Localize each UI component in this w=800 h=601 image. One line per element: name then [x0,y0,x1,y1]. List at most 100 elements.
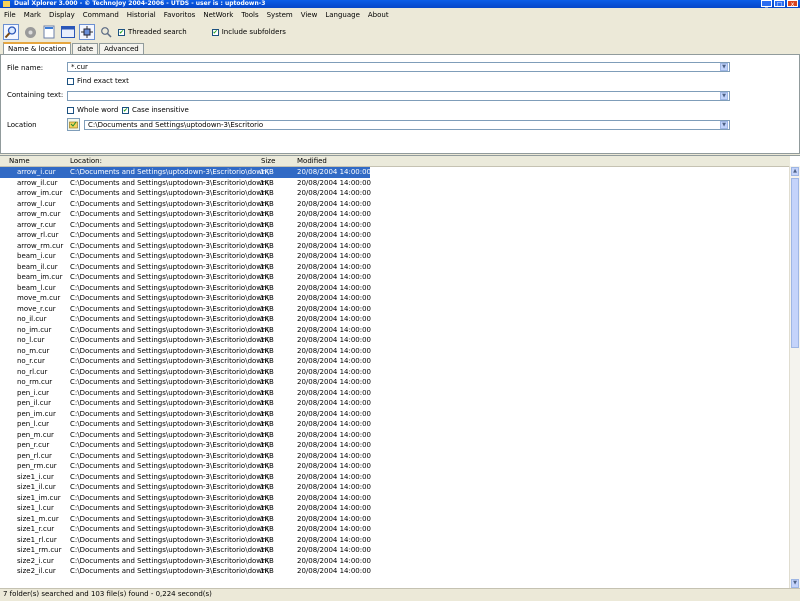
row-size: 1KB [260,462,274,470]
minimize-button[interactable]: _ [761,0,772,8]
menu-historial[interactable]: Historial [123,11,160,19]
table-row[interactable]: beam_il.cur C:\Documents and Settings\upt… [0,262,790,273]
table-row[interactable]: size1_i.cur C:\Documents and Settings\upt… [0,472,790,483]
case-insensitive-check[interactable]: ✔ [122,106,129,114]
window-icon[interactable] [60,24,76,40]
table-row[interactable]: pen_il.cur C:\Documents and Settings\upto… [0,398,790,409]
table-row[interactable]: size1_rl.cur C:\Documents and Settings\up… [0,535,790,546]
table-row[interactable]: beam_i.cur C:\Documents and Settings\upto… [0,251,790,262]
maximize-button[interactable]: □ [774,0,785,8]
find-exact-text-checkbox[interactable]: Find exact text [67,77,129,85]
tab-date[interactable]: date [72,43,99,54]
table-row[interactable]: no_l.cur C:\Documents and Settings\uptodo… [0,335,790,346]
table-row[interactable]: size2_i.cur C:\Documents and Settings\upt… [0,556,790,567]
menu-display[interactable]: Display [45,11,79,19]
magnifier-icon[interactable] [3,24,19,40]
menu-file[interactable]: File [0,11,20,19]
disk-icon[interactable] [22,24,38,40]
menu-command[interactable]: Command [79,11,123,19]
table-row[interactable]: no_m.cur C:\Documents and Settings\uptodo… [0,346,790,357]
menu-mark[interactable]: Mark [20,11,45,19]
row-modified: 20/08/2004 14:00:00 [297,493,372,502]
threaded-search-checkbox[interactable]: ✔ Threaded search [118,28,187,36]
scroll-up-icon[interactable]: ▲ [791,167,799,176]
table-row[interactable]: pen_im.cur C:\Documents and Settings\upto… [0,409,790,420]
whole-word-checkbox[interactable]: Whole word [67,106,118,114]
table-row[interactable]: size1_im.cur C:\Documents and Settings\up… [0,493,790,504]
column-header-location[interactable]: Location: [70,156,102,166]
document-icon[interactable] [41,24,57,40]
file-name-field[interactable]: *.cur ▼ [67,62,730,72]
menu-network[interactable]: NetWork [199,11,237,19]
table-row[interactable]: pen_l.cur C:\Documents and Settings\uptod… [0,419,790,430]
column-header-size[interactable]: Size [261,156,275,166]
table-row[interactable]: size1_rm.cur C:\Documents and Settings\up… [0,545,790,556]
table-row[interactable]: arrow_i.cur C:\Documents and Settings\upt… [0,167,371,178]
menu-view[interactable]: View [297,11,322,19]
table-row[interactable]: no_im.cur C:\Documents and Settings\uptod… [0,325,790,336]
tab-advanced[interactable]: Advanced [99,43,144,54]
table-row[interactable]: pen_i.cur C:\Documents and Settings\uptod… [0,388,790,399]
table-row[interactable]: arrow_rl.cur C:\Documents and Settings\up… [0,230,790,241]
row-size: 1KB [260,556,274,565]
menu-language[interactable]: Language [321,11,364,19]
table-row[interactable]: size1_l.cur C:\Documents and Settings\upt… [0,503,790,514]
scroll-down-icon[interactable]: ▼ [791,579,799,588]
table-row[interactable]: no_r.cur C:\Documents and Settings\uptodo… [0,356,790,367]
location-field[interactable]: C:\Documents and Settings\uptodown-3\Esc… [84,120,730,130]
menu-favoritos[interactable]: Favoritos [160,11,200,19]
include-subfolders-checkbox[interactable]: ✔ Include subfolders [211,28,286,36]
table-row[interactable]: move_m.cur C:\Documents and Settings\upto… [0,293,790,304]
table-row[interactable]: arrow_r.cur C:\Documents and Settings\upt… [0,220,790,231]
network-icon[interactable] [79,24,95,40]
vertical-scrollbar[interactable]: ▲ ▼ [789,166,800,589]
row-location: C:\Documents and Settings\uptodown-3\Esc… [70,273,269,281]
title-bar[interactable]: Dual Xplorer 3.000 - © TechnoJoy 2004-20… [0,0,800,8]
table-row[interactable]: arrow_m.cur C:\Documents and Settings\upt… [0,209,790,220]
table-row[interactable]: size1_il.cur C:\Documents and Settings\up… [0,482,790,493]
table-row[interactable]: no_rl.cur C:\Documents and Settings\uptod… [0,367,790,378]
row-location: C:\Documents and Settings\uptodown-3\Esc… [70,399,269,407]
menu-tools[interactable]: Tools [237,11,262,19]
case-insensitive-checkbox[interactable]: ✔ Case insensitive [122,106,189,114]
table-row[interactable]: size1_r.cur C:\Documents and Settings\upt… [0,524,790,535]
scrollbar-thumb[interactable] [791,178,799,348]
table-row[interactable]: no_rm.cur C:\Documents and Settings\uptod… [0,377,790,388]
chevron-down-icon[interactable]: ▼ [720,92,728,100]
containing-text-field[interactable]: ▼ [67,91,730,101]
table-row[interactable]: beam_l.cur C:\Documents and Settings\upto… [0,283,790,294]
menu-system[interactable]: System [263,11,297,19]
include-subfolders-check[interactable]: ✔ [211,28,219,36]
row-name: arrow_rm.cur [17,241,64,250]
chevron-down-icon[interactable]: ▼ [720,63,728,71]
table-row[interactable]: arrow_l.cur C:\Documents and Settings\upt… [0,199,790,210]
table-row[interactable]: pen_r.cur C:\Documents and Settings\uptod… [0,440,790,451]
table-row[interactable]: size2_il.cur C:\Documents and Settings\up… [0,566,790,577]
menu-about[interactable]: About [364,11,393,19]
table-row[interactable]: pen_rl.cur C:\Documents and Settings\upto… [0,451,790,462]
table-row[interactable]: arrow_im.cur C:\Documents and Settings\up… [0,188,790,199]
browse-folder-icon[interactable] [67,118,80,131]
list-header: Name Location: Size Modified [0,156,790,167]
chevron-down-icon[interactable]: ▼ [720,121,728,129]
row-modified: 20/08/2004 14:00:00 [297,199,372,208]
row-size: 1KB [260,273,274,281]
search-icon[interactable] [98,24,114,40]
table-row[interactable]: beam_im.cur C:\Documents and Settings\upt… [0,272,790,283]
column-header-modified[interactable]: Modified [297,156,327,166]
close-button[interactable]: x [787,0,798,8]
table-row[interactable]: pen_rm.cur C:\Documents and Settings\upto… [0,461,790,472]
table-row[interactable]: size1_m.cur C:\Documents and Settings\upt… [0,514,790,525]
whole-word-check[interactable] [67,106,74,114]
table-row[interactable]: arrow_il.cur C:\Documents and Settings\up… [0,178,790,189]
column-header-name[interactable]: Name [9,156,30,166]
table-row[interactable]: no_il.cur C:\Documents and Settings\uptod… [0,314,790,325]
containing-text-label: Containing text: [7,91,64,99]
table-row[interactable]: pen_m.cur C:\Documents and Settings\uptod… [0,430,790,441]
location-value: C:\Documents and Settings\uptodown-3\Esc… [88,121,264,129]
threaded-search-check[interactable]: ✔ [118,28,125,36]
table-row[interactable]: arrow_rm.cur C:\Documents and Settings\up… [0,241,790,252]
row-modified: 20/08/2004 14:00:00 [297,472,372,481]
find-exact-text-check[interactable] [67,77,74,85]
table-row[interactable]: move_r.cur C:\Documents and Settings\upto… [0,304,790,315]
